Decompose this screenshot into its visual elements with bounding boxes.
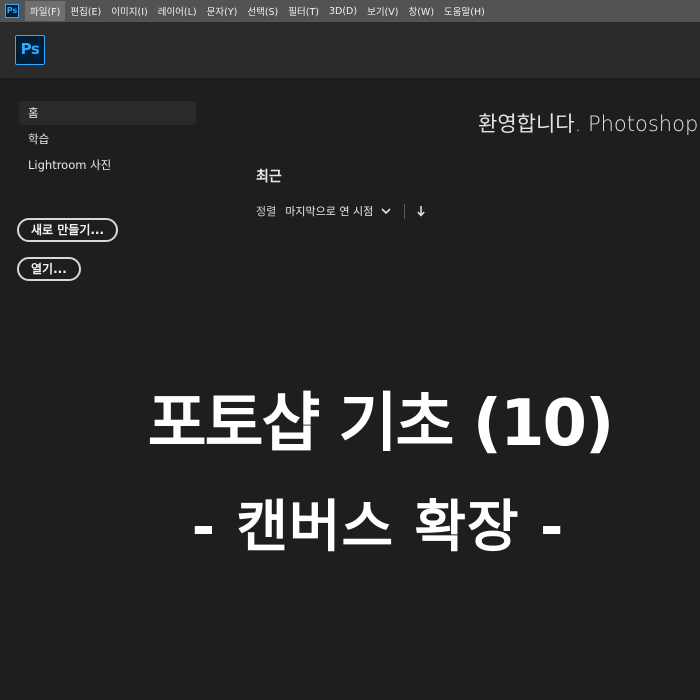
photoshop-app-icon[interactable]: Ps xyxy=(5,4,19,18)
sort-direction-arrow-icon[interactable] xyxy=(416,205,426,217)
overlay-subtitle: - 캔버스 확장 - xyxy=(191,495,565,560)
menu-type[interactable]: 문자(Y) xyxy=(202,1,243,21)
sidebar-item-lightroom[interactable]: Lightroom 사진 xyxy=(19,153,196,177)
menu-window[interactable]: 창(W) xyxy=(403,1,439,21)
menu-bar: Ps 파일(F) 편집(E) 이미지(I) 레이어(L) 문자(Y) 선택(S)… xyxy=(0,0,700,22)
sort-dropdown[interactable]: 마지막으로 연 시점 xyxy=(285,203,373,219)
menu-layer[interactable]: 레이어(L) xyxy=(153,1,202,21)
app-header: Ps xyxy=(0,22,700,78)
menu-edit[interactable]: 편집(E) xyxy=(65,1,106,21)
photoshop-logo: Ps xyxy=(15,35,45,65)
overlay-title: 포토샵 기초 (10) xyxy=(147,387,615,461)
menu-view[interactable]: 보기(V) xyxy=(362,1,403,21)
welcome-heading: 환영합니다. Photoshop xyxy=(478,112,699,136)
recent-heading: 최근 xyxy=(256,169,282,185)
sort-controls: 정렬 마지막으로 연 시점 xyxy=(256,203,426,219)
sort-divider xyxy=(404,203,406,219)
menu-select[interactable]: 선택(S) xyxy=(242,1,283,21)
menu-file[interactable]: 파일(F) xyxy=(25,1,66,21)
sort-label: 정렬 xyxy=(256,205,277,218)
chevron-down-icon[interactable] xyxy=(380,205,392,217)
open-file-button[interactable]: 열기... xyxy=(17,257,81,281)
new-file-button[interactable]: 새로 만들기... xyxy=(17,218,119,242)
menu-3d[interactable]: 3D(D) xyxy=(324,3,362,20)
sidebar-item-home[interactable]: 홈 xyxy=(19,101,196,125)
menu-filter[interactable]: 필터(T) xyxy=(283,1,324,21)
sidebar-item-learn[interactable]: 학습 xyxy=(19,127,196,151)
menu-image[interactable]: 이미지(I) xyxy=(106,1,152,21)
menu-help[interactable]: 도움말(H) xyxy=(439,1,490,21)
